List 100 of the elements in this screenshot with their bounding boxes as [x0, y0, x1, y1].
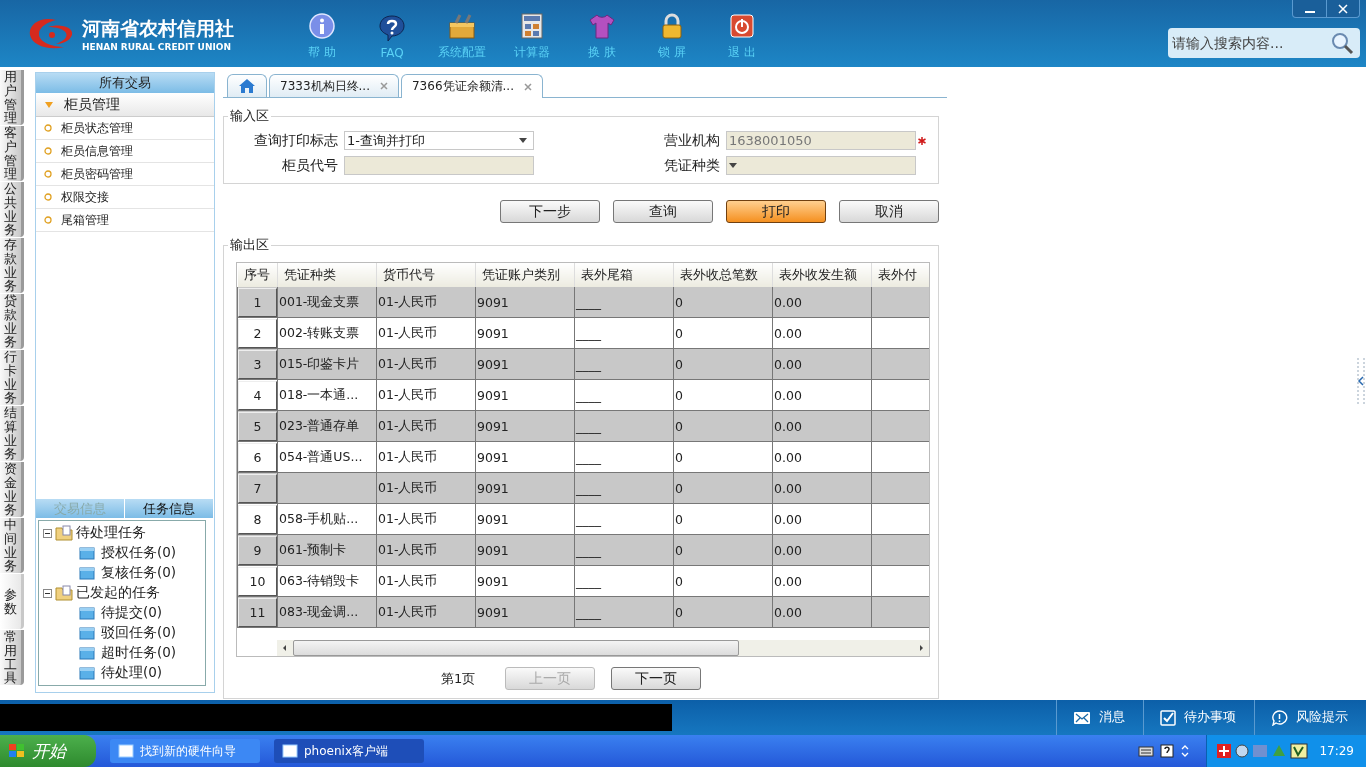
side-tab[interactable]: 行卡业务 — [0, 350, 24, 405]
side-tab[interactable]: 用户管理 — [0, 70, 24, 125]
menu-item[interactable]: 柜员信息管理 — [36, 140, 214, 163]
close-icon[interactable] — [523, 82, 532, 91]
table-cell: 01-人民币 — [378, 603, 438, 619]
column-header: 表外收发生额 — [772, 263, 872, 287]
row-number[interactable]: 1 — [238, 287, 277, 317]
column-header: 凭证账户类别 — [475, 263, 575, 287]
table-cell: 9091 — [477, 604, 509, 620]
row-number[interactable]: 5 — [238, 411, 277, 441]
row-number[interactable]: 4 — [238, 380, 277, 410]
page-indicator: 第1页 — [441, 669, 476, 688]
row-number[interactable]: 3 — [238, 349, 277, 379]
collapse-icon[interactable] — [43, 528, 52, 538]
collapse-handle-icon[interactable] — [1357, 358, 1365, 404]
side-tab[interactable]: 公共业务 — [0, 182, 24, 237]
folder-icon — [55, 525, 73, 541]
table-cell: 083-现金调... — [279, 603, 359, 619]
table-cell: 018-一本通... — [279, 386, 359, 402]
side-tab[interactable]: 存款业务 — [0, 238, 24, 293]
table-cell: 0 — [675, 480, 683, 496]
table-cell: 0 — [675, 449, 683, 465]
row-number[interactable]: 10 — [238, 566, 277, 596]
envelope-icon — [1073, 710, 1091, 725]
tree-item[interactable]: 待处理(0) — [101, 664, 163, 682]
table-cell: 0.00 — [774, 511, 802, 527]
action-button[interactable]: 下一步 — [500, 200, 600, 223]
menu-item[interactable]: 权限交接 — [36, 186, 214, 209]
tree-item[interactable]: 驳回任务(0) — [101, 624, 177, 642]
expand-icon[interactable] — [1180, 743, 1191, 759]
table-cell: 015-印鉴卡片 — [279, 355, 360, 371]
side-tab[interactable]: 常用工具 — [0, 630, 24, 685]
row-number[interactable]: 2 — [238, 318, 277, 348]
table-cell: ____ — [576, 542, 601, 558]
table-cell: 0 — [675, 604, 683, 620]
table-cell: 01-人民币 — [378, 324, 438, 340]
info-icon — [308, 12, 336, 40]
table-cell: 063-待销毁卡 — [279, 572, 360, 588]
action-button[interactable]: 查询 — [613, 200, 713, 223]
table-cell: ____ — [576, 480, 601, 496]
start-button[interactable]: 开始 — [0, 735, 96, 767]
column-header: 货币代号 — [376, 263, 476, 287]
input-field[interactable]: 1-查询并打印 — [344, 131, 534, 150]
group-header[interactable]: 柜员管理 — [36, 93, 214, 117]
search-field[interactable]: 请输入搜索内容... — [1168, 28, 1360, 58]
tree-item[interactable]: 超时任务(0) — [101, 644, 177, 662]
tree-item[interactable]: 待处理任务 — [76, 524, 146, 542]
side-tab[interactable]: 中间业务 — [0, 518, 24, 573]
side-tab[interactable]: 贷款业务 — [0, 294, 24, 349]
tree-item[interactable]: 复核任务(0) — [101, 564, 177, 582]
folder-icon — [79, 566, 95, 580]
horizontal-scrollbar[interactable] — [277, 640, 929, 656]
table-cell: 054-普通US... — [279, 448, 363, 464]
logo-title: 河南省农村信用社 — [82, 15, 234, 41]
close-icon[interactable] — [380, 82, 388, 90]
table-cell: 0 — [675, 356, 683, 372]
menu-item[interactable]: 柜员状态管理 — [36, 117, 214, 140]
tree-item[interactable]: 待提交(0) — [101, 604, 163, 622]
menu-item[interactable]: 尾箱管理 — [36, 209, 214, 232]
tab[interactable] — [227, 74, 267, 97]
table-cell: 023-普通存单 — [279, 417, 360, 433]
bullet-icon — [44, 193, 52, 201]
row-number[interactable]: 11 — [238, 597, 277, 627]
table-cell: 0.00 — [774, 480, 802, 496]
table-cell: 0.00 — [774, 356, 802, 372]
search-icon — [1330, 31, 1354, 55]
collapse-icon[interactable] — [43, 588, 52, 598]
side-tab[interactable]: 客户管理 — [0, 126, 24, 181]
panel-tab[interactable]: 任务信息 — [125, 499, 214, 518]
help-icon[interactable] — [1160, 744, 1175, 758]
table-cell: 9091 — [477, 573, 509, 589]
row-number[interactable]: 8 — [238, 504, 277, 534]
menu-item[interactable]: 柜员密码管理 — [36, 163, 214, 186]
next-page-button[interactable]: 下一页 — [611, 667, 702, 690]
tab[interactable]: 7333机构日终... — [269, 74, 399, 97]
row-number[interactable]: 7 — [238, 473, 277, 503]
table-cell: 01-人民币 — [378, 448, 438, 464]
action-button[interactable]: 打印 — [726, 200, 826, 223]
tree-item[interactable]: 已发起的任务 — [76, 584, 160, 602]
side-tab[interactable]: 资金业务 — [0, 462, 24, 517]
tree-item[interactable]: 授权任务(0) — [101, 544, 177, 562]
table-cell: 9091 — [477, 294, 509, 310]
row-number[interactable]: 6 — [238, 442, 277, 472]
table-cell: 0.00 — [774, 387, 802, 403]
action-button[interactable]: 取消 — [839, 200, 939, 223]
row-number[interactable]: 9 — [238, 535, 277, 565]
folder-icon — [55, 585, 73, 601]
dropdown-icon — [729, 163, 737, 168]
side-tab[interactable]: 结算业务 — [0, 406, 24, 461]
window-icon — [282, 744, 298, 758]
keyboard-icon[interactable] — [1138, 745, 1155, 757]
taskbar-button[interactable]: phoenix客户端 — [274, 739, 424, 763]
side-tab[interactable]: 参数 — [0, 574, 24, 629]
table-cell: ____ — [576, 418, 601, 434]
bullet-icon — [44, 147, 52, 155]
tab[interactable]: 7366凭证余额清... — [401, 74, 543, 98]
table-cell: 9091 — [477, 480, 509, 496]
speech-bubble-icon — [1271, 709, 1288, 726]
table-cell: 0 — [675, 294, 683, 310]
table-cell: 9091 — [477, 511, 509, 527]
